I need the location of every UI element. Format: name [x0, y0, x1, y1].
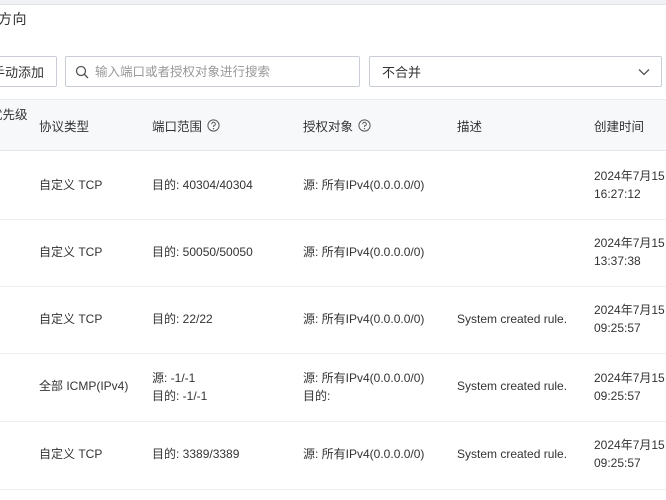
created-time: 09:25:57 [594, 389, 641, 403]
table-row: 自定义 TCP 目的: 50050/50050 源: 所有IPv4(0.0.0.… [0, 219, 666, 287]
question-circle-icon[interactable] [358, 118, 371, 132]
header-port-range: 端口范围 [152, 100, 220, 150]
table-row: 全部 ICMP(IPv4) 源: -1/-1 目的: -1/-1 源: 所有IP… [0, 353, 666, 422]
created-date: 2024年7月15日 [594, 438, 666, 452]
auth-object-cell: 源: 所有IPv4(0.0.0.0/0) [303, 312, 425, 326]
description-cell: System created rule. [457, 447, 568, 461]
port-range-cell: 目的: 50050/50050 [152, 245, 253, 259]
table-row: 自定义 TCP 目的: 22/22 源: 所有IPv4(0.0.0.0/0) S… [0, 286, 666, 354]
header-auth-object: 授权对象 [303, 100, 371, 150]
protocol-cell: 全部 ICMP(IPv4) [39, 379, 129, 393]
created-date: 2024年7月15日 [594, 371, 666, 385]
port-range-cell: 源: -1/-1 [152, 371, 196, 385]
port-range-cell: 目的: 22/22 [152, 312, 213, 326]
auth-object-cell: 源: 所有IPv4(0.0.0.0/0) [303, 178, 425, 192]
section-title: 方向 [0, 11, 27, 27]
search-icon [75, 65, 89, 79]
table-row: 自定义 TCP 目的: 3389/3389 源: 所有IPv4(0.0.0.0/… [0, 421, 666, 490]
search-box[interactable] [65, 56, 360, 87]
protocol-cell: 自定义 TCP [39, 447, 103, 461]
protocol-cell: 自定义 TCP [39, 312, 103, 326]
auth-object-cell: 源: 所有IPv4(0.0.0.0/0) [303, 447, 425, 461]
created-date: 2024年7月15日 [594, 303, 666, 317]
protocol-cell: 自定义 TCP [39, 178, 103, 192]
manual-add-button[interactable]: 手动添加 [0, 56, 57, 87]
port-range-cell: 目的: 3389/3389 [152, 447, 240, 461]
created-time: 09:25:57 [594, 321, 641, 335]
auth-object-cell: 源: 所有IPv4(0.0.0.0/0) [303, 245, 425, 259]
auth-object-cell: 目的: [303, 389, 331, 403]
created-time: 16:27:12 [594, 187, 641, 201]
created-time: 09:25:57 [594, 456, 641, 470]
header-protocol: 协议类型 [39, 119, 90, 134]
merge-filter-select[interactable]: 不合并 [369, 56, 662, 87]
header-created-time: 创建时间 [594, 119, 645, 134]
search-input[interactable] [89, 58, 359, 85]
auth-object-cell: 源: 所有IPv4(0.0.0.0/0) [303, 371, 425, 385]
created-date: 2024年7月15日 [594, 236, 666, 250]
description-cell: System created rule. [457, 379, 568, 393]
created-date: 2024年7月15日 [594, 169, 666, 183]
question-circle-icon[interactable] [207, 118, 220, 132]
header-priority: 优先级 [0, 107, 28, 122]
top-divider [0, 0, 666, 5]
merge-filter-value: 不合并 [382, 65, 422, 80]
port-range-cell: 目的: -1/-1 [152, 389, 208, 403]
port-range-cell: 目的: 40304/40304 [152, 178, 253, 192]
table-row: 自定义 TCP 目的: 40304/40304 源: 所有IPv4(0.0.0.… [0, 151, 666, 220]
created-time: 13:37:38 [594, 254, 641, 268]
header-description: 描述 [457, 119, 483, 134]
chevron-down-icon [637, 65, 651, 79]
protocol-cell: 自定义 TCP [39, 245, 103, 259]
table-header: 优先级 协议类型 端口范围 授权对象 描述 创建时间 [0, 99, 666, 151]
description-cell: System created rule. [457, 312, 568, 326]
